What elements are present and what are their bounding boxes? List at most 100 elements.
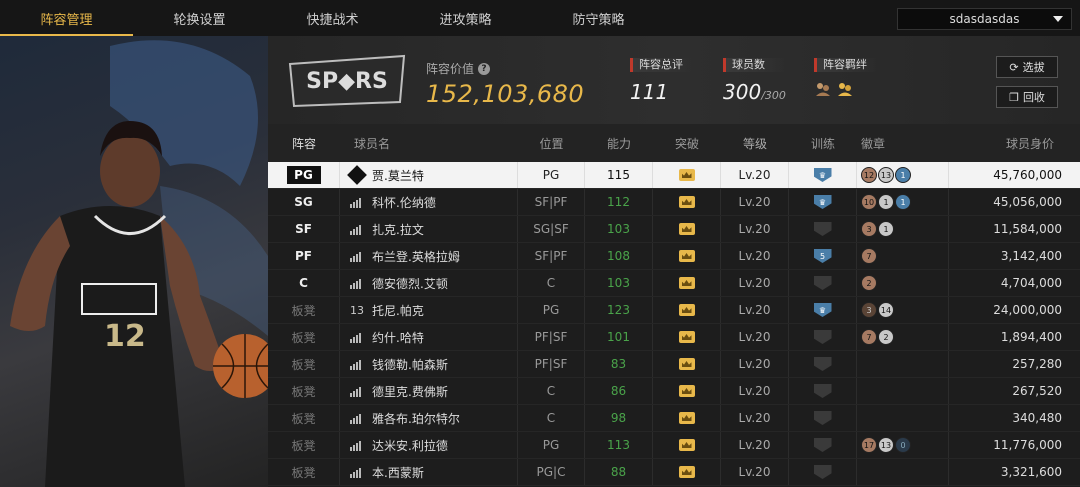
- player-name: 雅各布.珀尔特尔: [372, 411, 460, 426]
- table-row[interactable]: SF 扎克.拉文 SG|SF 103 Lv.20 3 1 11,584,000: [268, 216, 1080, 243]
- spurs-logo-icon: SP◆RS: [288, 54, 406, 108]
- player-position: PG|C: [518, 459, 585, 485]
- badge-icon[interactable]: 0: [895, 437, 911, 453]
- bond-gold-icon[interactable]: [836, 80, 854, 98]
- player-position: C: [518, 270, 585, 296]
- table-row[interactable]: 板凳 约什.哈特 PF|SF 101 Lv.20 7 2 1,894,400: [268, 324, 1080, 351]
- player-name: 德安德烈.艾顿: [372, 276, 448, 291]
- badge-icon[interactable]: 7: [861, 248, 877, 264]
- table-row[interactable]: SG 科怀.伦纳德 SF|PF 112 Lv.20 ♛ 10 1 1 45,056,000: [268, 189, 1080, 216]
- header-overall[interactable]: 能力: [585, 124, 653, 162]
- player-position: SG|SF: [518, 216, 585, 242]
- badge-icon[interactable]: 1: [878, 221, 894, 237]
- rank-bars-icon: [350, 250, 364, 262]
- table-row[interactable]: 板凳 13 托尼.帕克 PG 123 Lv.20 ♛ 3 14 24,000,000: [268, 297, 1080, 324]
- breakthrough-crown-icon[interactable]: [678, 169, 695, 181]
- table-row[interactable]: C 德安德烈.艾顿 C 103 Lv.20 2 4,704,000: [268, 270, 1080, 297]
- header-badge[interactable]: 徽章: [857, 124, 949, 162]
- badge-icon[interactable]: 12: [861, 167, 877, 183]
- breakthrough-crown-icon[interactable]: [678, 358, 695, 370]
- badge-icon[interactable]: 1: [895, 194, 911, 210]
- chevron-down-icon: [1053, 16, 1063, 22]
- header-position[interactable]: 位置: [518, 124, 585, 162]
- player-position: PG: [518, 432, 585, 458]
- badge-icon[interactable]: 13: [878, 437, 894, 453]
- table-row[interactable]: 板凳 雅各布.珀尔特尔 C 98 Lv.20 340,480: [268, 405, 1080, 432]
- lineup-slot: SF: [295, 222, 312, 236]
- player-price: 3,142,400: [1000, 249, 1062, 263]
- table-row[interactable]: 板凳 本.西蒙斯 PG|C 88 Lv.20 3,321,600: [268, 459, 1080, 486]
- breakthrough-crown-icon[interactable]: [678, 223, 695, 235]
- breakthrough-crown-icon[interactable]: [678, 196, 695, 208]
- player-name: 约什.哈特: [372, 330, 424, 345]
- lineup-slot: 板凳: [291, 465, 316, 480]
- table-row[interactable]: 板凳 德里克.费佛斯 C 86 Lv.20 267,520: [268, 378, 1080, 405]
- rank-diamond-icon: [347, 165, 367, 185]
- training-shield-icon[interactable]: [813, 438, 832, 452]
- header-lineup[interactable]: 阵容: [268, 124, 340, 162]
- breakthrough-crown-icon[interactable]: [678, 439, 695, 451]
- badge-icon[interactable]: 7: [861, 329, 877, 345]
- rank-bars-icon: [350, 385, 364, 397]
- tab-offense-strategy[interactable]: 进攻策略: [399, 0, 532, 36]
- tab-defense-strategy[interactable]: 防守策略: [532, 0, 665, 36]
- badge-icon[interactable]: 10: [861, 194, 877, 210]
- badge-icon[interactable]: 1: [878, 194, 894, 210]
- breakthrough-crown-icon[interactable]: [678, 250, 695, 262]
- player-name: 达米安.利拉德: [372, 438, 448, 453]
- refresh-icon: ⟳: [1009, 60, 1019, 74]
- training-shield-icon[interactable]: [813, 276, 832, 290]
- training-shield-icon[interactable]: [813, 384, 832, 398]
- header-training[interactable]: 训练: [789, 124, 857, 162]
- player-level: Lv.20: [721, 459, 789, 485]
- training-shield-icon[interactable]: 5: [813, 249, 832, 263]
- training-shield-icon[interactable]: ♛: [813, 195, 832, 209]
- player-price: 45,056,000: [993, 195, 1062, 209]
- header-breakthrough[interactable]: 突破: [653, 124, 721, 162]
- training-shield-icon[interactable]: ♛: [813, 168, 832, 182]
- table-row[interactable]: 板凳 达米安.利拉德 PG 113 Lv.20 17 13 0 11,776,000: [268, 432, 1080, 459]
- header-price[interactable]: 球员身价: [949, 124, 1080, 162]
- badge-icon[interactable]: 3: [861, 221, 877, 237]
- breakthrough-crown-icon[interactable]: [678, 331, 695, 343]
- rank-bars-icon: [350, 358, 364, 370]
- breakthrough-crown-icon[interactable]: [678, 412, 695, 424]
- table-row[interactable]: 板凳 钱德勒.帕森斯 PF|SF 83 Lv.20 257,280: [268, 351, 1080, 378]
- recycle-button[interactable]: ❐ 回收: [996, 86, 1058, 108]
- training-shield-icon[interactable]: [813, 411, 832, 425]
- table-row[interactable]: PF 布兰登.英格拉姆 SF|PF 108 Lv.20 5 7 3,142,400: [268, 243, 1080, 270]
- rank-bars-icon: [350, 466, 364, 478]
- training-shield-icon[interactable]: [813, 465, 832, 479]
- badge-icon[interactable]: 14: [878, 302, 894, 318]
- rank-bars-icon: [350, 331, 364, 343]
- player-level: Lv.20: [721, 189, 789, 215]
- help-icon[interactable]: ?: [478, 62, 491, 75]
- lineup-bond: 阵容羁绊: [814, 58, 878, 98]
- breakthrough-crown-icon[interactable]: [678, 385, 695, 397]
- badge-icon[interactable]: 3: [861, 302, 877, 318]
- header-level[interactable]: 等级: [721, 124, 789, 162]
- training-shield-icon[interactable]: [813, 330, 832, 344]
- badge-icon[interactable]: 13: [878, 167, 894, 183]
- badge-icon[interactable]: 2: [861, 275, 877, 291]
- breakthrough-crown-icon[interactable]: [678, 277, 695, 289]
- training-shield-icon[interactable]: [813, 222, 832, 236]
- player-position: C: [518, 405, 585, 431]
- badge-icon[interactable]: 1: [895, 167, 911, 183]
- tab-lineup-management[interactable]: 阵容管理: [0, 0, 133, 36]
- badge-icon[interactable]: 2: [878, 329, 894, 345]
- breakthrough-crown-icon[interactable]: [678, 466, 695, 478]
- bond-icon[interactable]: [814, 80, 832, 98]
- tab-rotation-settings[interactable]: 轮换设置: [133, 0, 266, 36]
- training-shield-icon[interactable]: ♛: [813, 303, 832, 317]
- training-shield-icon[interactable]: [813, 357, 832, 371]
- lineup-slot: PF: [295, 249, 312, 263]
- player-overall: 123: [585, 297, 653, 323]
- table-row[interactable]: PG 贾.莫兰特 PG 115 Lv.20 ♛ 12 13 1 45,760,000: [268, 162, 1080, 189]
- team-dropdown[interactable]: sdasdasdas: [897, 8, 1072, 30]
- breakthrough-crown-icon[interactable]: [678, 304, 695, 316]
- tab-quick-tactics[interactable]: 快捷战术: [266, 0, 399, 36]
- header-name[interactable]: 球员名: [340, 124, 518, 162]
- badge-icon[interactable]: 17: [861, 437, 877, 453]
- select-button[interactable]: ⟳ 选拔: [996, 56, 1058, 78]
